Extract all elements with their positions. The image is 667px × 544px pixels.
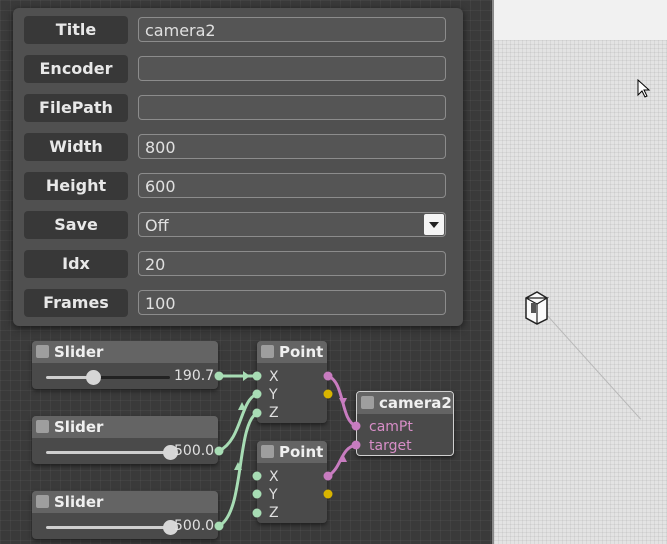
port-y-label: Y (269, 387, 278, 403)
filepath-label: FilePath (24, 94, 128, 122)
camera-node-header[interactable]: camera2 (357, 392, 453, 414)
width-label: Width (24, 133, 128, 161)
slider-node-header[interactable]: Slider (32, 491, 218, 513)
slider-node-2[interactable]: Slider 500.0 (32, 416, 218, 464)
filepath-field[interactable] (138, 95, 446, 120)
point-node-2[interactable]: Point X Y Z (257, 441, 327, 523)
frames-label: Frames (24, 289, 128, 317)
slider-track[interactable] (46, 520, 178, 535)
slider-value: 500.0 (174, 518, 215, 534)
port-x-label: X (269, 369, 279, 385)
mouse-cursor-icon (637, 79, 651, 98)
chevron-down-icon[interactable] (424, 214, 444, 235)
point-node-title: Point (279, 343, 324, 361)
viewport-sky (494, 0, 667, 40)
node-toggle-checkbox[interactable] (261, 345, 274, 358)
save-select-value: Off (145, 216, 169, 235)
slider-node-3[interactable]: Slider 500.0 (32, 491, 218, 539)
save-label: Save (24, 211, 128, 239)
slider-value: 500.0 (174, 443, 215, 459)
title-field[interactable]: camera2 (138, 17, 446, 42)
slider-value: 190.7 (174, 368, 215, 384)
campt-port-label: camPt (369, 419, 413, 435)
port-z-label: Z (269, 405, 279, 421)
slider-node-header[interactable]: Slider (32, 416, 218, 438)
camera-node[interactable]: camera2 camPt target (356, 391, 454, 456)
save-select[interactable]: Off (138, 212, 446, 237)
point-node-header[interactable]: Point (257, 441, 327, 463)
node-toggle-checkbox[interactable] (361, 396, 374, 409)
height-label: Height (24, 172, 128, 200)
point-node-title: Point (279, 443, 324, 461)
point-node-header[interactable]: Point (257, 341, 327, 363)
width-field[interactable]: 800 (138, 134, 446, 159)
port-z-label: Z (269, 505, 279, 521)
slider-track[interactable] (46, 370, 170, 385)
node-toggle-checkbox[interactable] (261, 445, 274, 458)
slider-node-header[interactable]: Slider (32, 341, 218, 363)
target-port-label: target (369, 438, 412, 454)
slider-thumb[interactable] (86, 370, 102, 385)
height-field[interactable]: 600 (138, 173, 446, 198)
slider-fill (46, 451, 170, 454)
slider-fill (46, 526, 170, 529)
node-toggle-checkbox[interactable] (36, 420, 49, 433)
camera-object-icon[interactable] (523, 289, 551, 325)
title-label: Title (24, 16, 128, 44)
frames-field[interactable]: 100 (138, 290, 446, 315)
slider-node-title: Slider (54, 343, 104, 361)
slider-node-title: Slider (54, 493, 104, 511)
slider-track[interactable] (46, 445, 178, 460)
encoder-label: Encoder (24, 55, 128, 83)
point-node-1[interactable]: Point X Y Z (257, 341, 327, 423)
port-x-label: X (269, 469, 279, 485)
idx-field[interactable]: 20 (138, 251, 446, 276)
slider-node-1[interactable]: Slider 190.7 (32, 341, 218, 389)
encoder-field[interactable] (138, 56, 446, 81)
properties-panel: Title camera2 Encoder FilePath Width 800… (13, 8, 463, 326)
node-toggle-checkbox[interactable] (36, 345, 49, 358)
node-toggle-checkbox[interactable] (36, 495, 49, 508)
slider-node-title: Slider (54, 418, 104, 436)
camera-node-title: camera2 (379, 394, 452, 412)
port-y-label: Y (269, 487, 278, 503)
idx-label: Idx (24, 250, 128, 278)
